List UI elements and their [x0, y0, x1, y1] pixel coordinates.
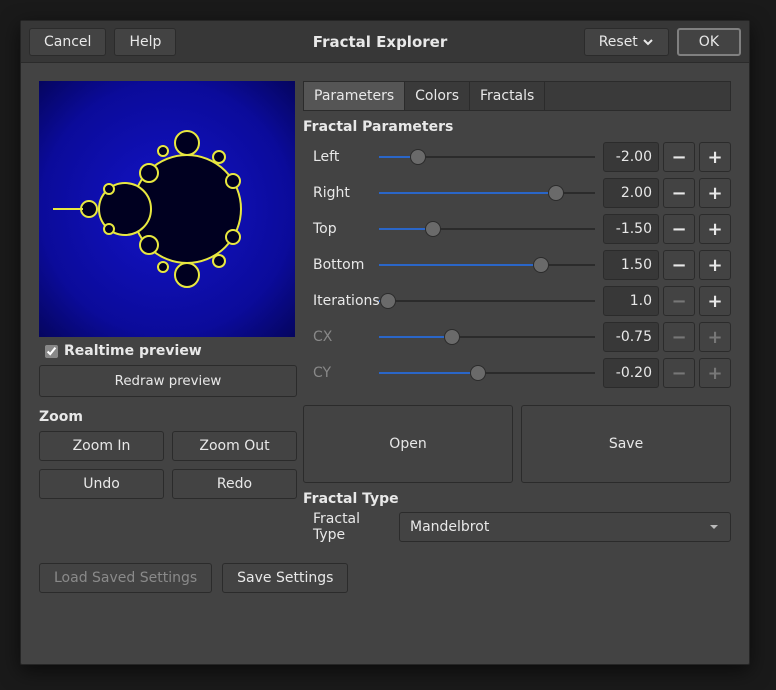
minus-button[interactable]: − — [663, 178, 695, 208]
param-slider-iterations[interactable] — [379, 291, 595, 311]
dialog-title: Fractal Explorer — [184, 33, 575, 51]
cancel-button[interactable]: Cancel — [29, 28, 106, 56]
open-button[interactable]: Open — [303, 405, 513, 483]
param-label: Right — [303, 185, 375, 201]
tab-parameters[interactable]: Parameters — [304, 82, 405, 110]
param-slider-cx — [379, 327, 595, 347]
ok-button[interactable]: OK — [677, 28, 741, 56]
param-slider-bottom[interactable] — [379, 255, 595, 275]
minus-button[interactable]: − — [663, 214, 695, 244]
minus-button: − — [663, 286, 695, 316]
plus-button: + — [699, 322, 731, 352]
fractal-type-section-label: Fractal Type — [303, 491, 731, 507]
plus-button[interactable]: + — [699, 142, 731, 172]
param-label: Left — [303, 149, 375, 165]
zoom-section-label: Zoom — [39, 409, 297, 425]
load-saved-settings-button[interactable]: Load Saved Settings — [39, 563, 212, 593]
minus-button: − — [663, 322, 695, 352]
fractal-parameters-label: Fractal Parameters — [303, 119, 731, 135]
fractal-type-value: Mandelbrot — [410, 519, 489, 535]
param-value-right[interactable]: 2.00 — [603, 178, 659, 208]
param-row-top: Top -1.50−+ — [303, 211, 731, 247]
param-value-iterations[interactable]: 1.0 — [603, 286, 659, 316]
tab-colors[interactable]: Colors — [405, 82, 470, 110]
param-row-cx: CX -0.75−+ — [303, 319, 731, 355]
param-label: Top — [303, 221, 375, 237]
param-row-bottom: Bottom 1.50−+ — [303, 247, 731, 283]
param-row-cy: CY -0.20−+ — [303, 355, 731, 391]
plus-button: + — [699, 358, 731, 388]
zoom-in-button[interactable]: Zoom In — [39, 431, 164, 461]
plus-button[interactable]: + — [699, 250, 731, 280]
chevron-down-icon — [708, 521, 720, 533]
param-value-top[interactable]: -1.50 — [603, 214, 659, 244]
param-slider-top[interactable] — [379, 219, 595, 239]
param-slider-cy — [379, 363, 595, 383]
param-label: CX — [303, 329, 375, 345]
realtime-preview-label: Realtime preview — [64, 343, 202, 359]
minus-button[interactable]: − — [663, 250, 695, 280]
redraw-preview-button[interactable]: Redraw preview — [39, 365, 297, 397]
param-label: Bottom — [303, 257, 375, 273]
save-button[interactable]: Save — [521, 405, 731, 483]
param-row-iterations: Iterations 1.0−+ — [303, 283, 731, 319]
realtime-preview-input[interactable] — [45, 345, 58, 358]
help-button[interactable]: Help — [114, 28, 176, 56]
tab-fractals[interactable]: Fractals — [470, 82, 545, 110]
param-slider-right[interactable] — [379, 183, 595, 203]
minus-button[interactable]: − — [663, 142, 695, 172]
param-value-left[interactable]: -2.00 — [603, 142, 659, 172]
plus-button[interactable]: + — [699, 178, 731, 208]
fractal-type-label: Fractal Type — [303, 511, 391, 543]
fractal-type-select[interactable]: Mandelbrot — [399, 512, 731, 542]
tab-bar: Parameters Colors Fractals — [303, 81, 731, 111]
titlebar: Cancel Help Fractal Explorer Reset OK — [21, 21, 749, 63]
plus-button[interactable]: + — [699, 214, 731, 244]
param-label: CY — [303, 365, 375, 381]
realtime-preview-checkbox[interactable]: Realtime preview — [45, 343, 297, 359]
param-slider-left[interactable] — [379, 147, 595, 167]
undo-button[interactable]: Undo — [39, 469, 164, 499]
save-settings-button[interactable]: Save Settings — [222, 563, 348, 593]
param-label: Iterations — [303, 293, 375, 309]
redo-button[interactable]: Redo — [172, 469, 297, 499]
param-value-cx: -0.75 — [603, 322, 659, 352]
fractal-explorer-dialog: Cancel Help Fractal Explorer Reset OK — [20, 20, 750, 665]
param-value-bottom[interactable]: 1.50 — [603, 250, 659, 280]
reset-button[interactable]: Reset — [584, 28, 669, 56]
chevron-down-icon — [642, 36, 654, 48]
zoom-out-button[interactable]: Zoom Out — [172, 431, 297, 461]
param-value-cy: -0.20 — [603, 358, 659, 388]
fractal-preview[interactable] — [39, 81, 295, 337]
param-row-right: Right 2.00−+ — [303, 175, 731, 211]
plus-button[interactable]: + — [699, 286, 731, 316]
param-row-left: Left -2.00−+ — [303, 139, 731, 175]
minus-button: − — [663, 358, 695, 388]
